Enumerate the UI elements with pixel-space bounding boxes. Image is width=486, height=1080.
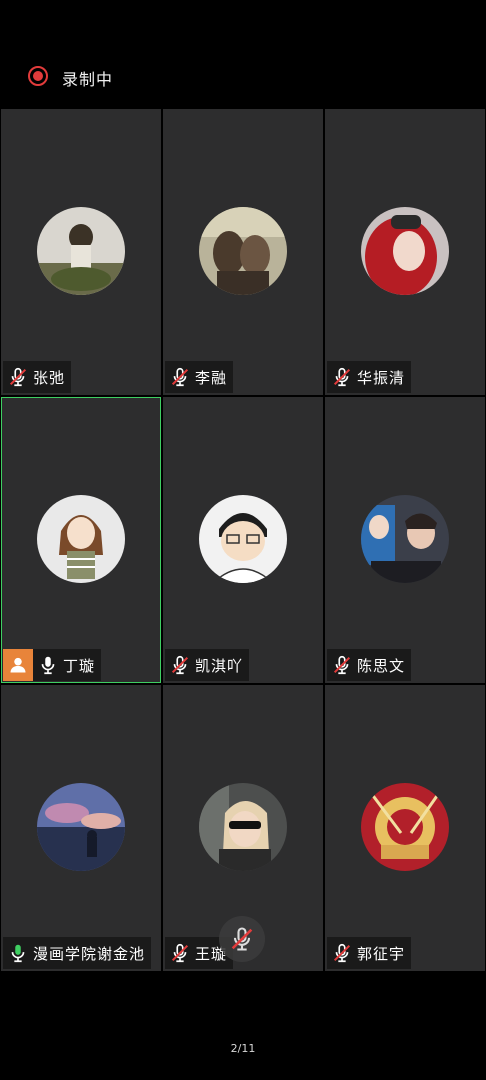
participant-name: 陈思文 bbox=[357, 656, 406, 675]
participant-avatar bbox=[37, 783, 125, 871]
participant-name: 丁璇 bbox=[63, 656, 96, 675]
participant-name: 李融 bbox=[195, 368, 228, 387]
mic-muted-icon[interactable] bbox=[7, 366, 29, 388]
participant-tile[interactable]: 陈思文 bbox=[325, 397, 485, 683]
participant-nametag: 华振清 bbox=[327, 361, 412, 393]
participant-tile[interactable]: 郭征宇 bbox=[325, 685, 485, 971]
participant-name: 凯淇吖 bbox=[195, 656, 244, 675]
participant-avatar bbox=[37, 207, 125, 295]
participant-tile[interactable]: 华振清 bbox=[325, 109, 485, 395]
participant-nametag: 李融 bbox=[165, 361, 234, 393]
participant-name: 张弛 bbox=[33, 368, 66, 387]
participant-nametag: 丁璇 bbox=[33, 649, 102, 681]
participant-avatar bbox=[361, 783, 449, 871]
host-badge bbox=[3, 649, 33, 681]
floating-mic-button[interactable] bbox=[219, 916, 265, 962]
participant-grid: 张弛 李融 华振清 丁璇 凯淇吖 陈思文 漫画学院谢金池 王璇 郭征宇 bbox=[0, 108, 486, 972]
host-user-icon bbox=[10, 657, 26, 673]
participant-avatar bbox=[199, 495, 287, 583]
participant-tile[interactable]: 张弛 bbox=[1, 109, 161, 395]
recording-label: 录制中 bbox=[62, 70, 114, 89]
participant-nametag: 张弛 bbox=[3, 361, 72, 393]
participant-avatar bbox=[199, 783, 287, 871]
mic-muted-icon[interactable] bbox=[331, 366, 353, 388]
participant-name: 郭征宇 bbox=[357, 944, 406, 963]
participant-nametag: 凯淇吖 bbox=[165, 649, 250, 681]
mic-icon[interactable] bbox=[37, 654, 59, 676]
participant-nametag: 陈思文 bbox=[327, 649, 412, 681]
participant-avatar bbox=[361, 207, 449, 295]
top-bar: 录制中 bbox=[0, 0, 486, 108]
mic-muted-icon[interactable] bbox=[331, 654, 353, 676]
mic-icon[interactable] bbox=[7, 942, 29, 964]
participant-name: 华振清 bbox=[357, 368, 406, 387]
participant-avatar bbox=[361, 495, 449, 583]
mic-muted-icon[interactable] bbox=[169, 654, 191, 676]
participant-nametag: 漫画学院谢金池 bbox=[3, 937, 152, 969]
participant-tile[interactable]: 凯淇吖 bbox=[163, 397, 323, 683]
participant-tile-active[interactable]: 丁璇 bbox=[1, 397, 161, 683]
participant-avatar bbox=[199, 207, 287, 295]
page-indicator: 2/11 bbox=[230, 1042, 256, 1055]
mic-muted-icon[interactable] bbox=[331, 942, 353, 964]
mic-muted-icon[interactable] bbox=[169, 942, 191, 964]
mic-muted-icon bbox=[231, 927, 253, 951]
participant-tile[interactable]: 漫画学院谢金池 bbox=[1, 685, 161, 971]
participant-nametag: 郭征宇 bbox=[327, 937, 412, 969]
mic-muted-icon[interactable] bbox=[169, 366, 191, 388]
participant-avatar bbox=[37, 495, 125, 583]
recording-icon bbox=[28, 66, 48, 86]
participant-tile[interactable]: 李融 bbox=[163, 109, 323, 395]
participant-name: 漫画学院谢金池 bbox=[33, 944, 146, 963]
